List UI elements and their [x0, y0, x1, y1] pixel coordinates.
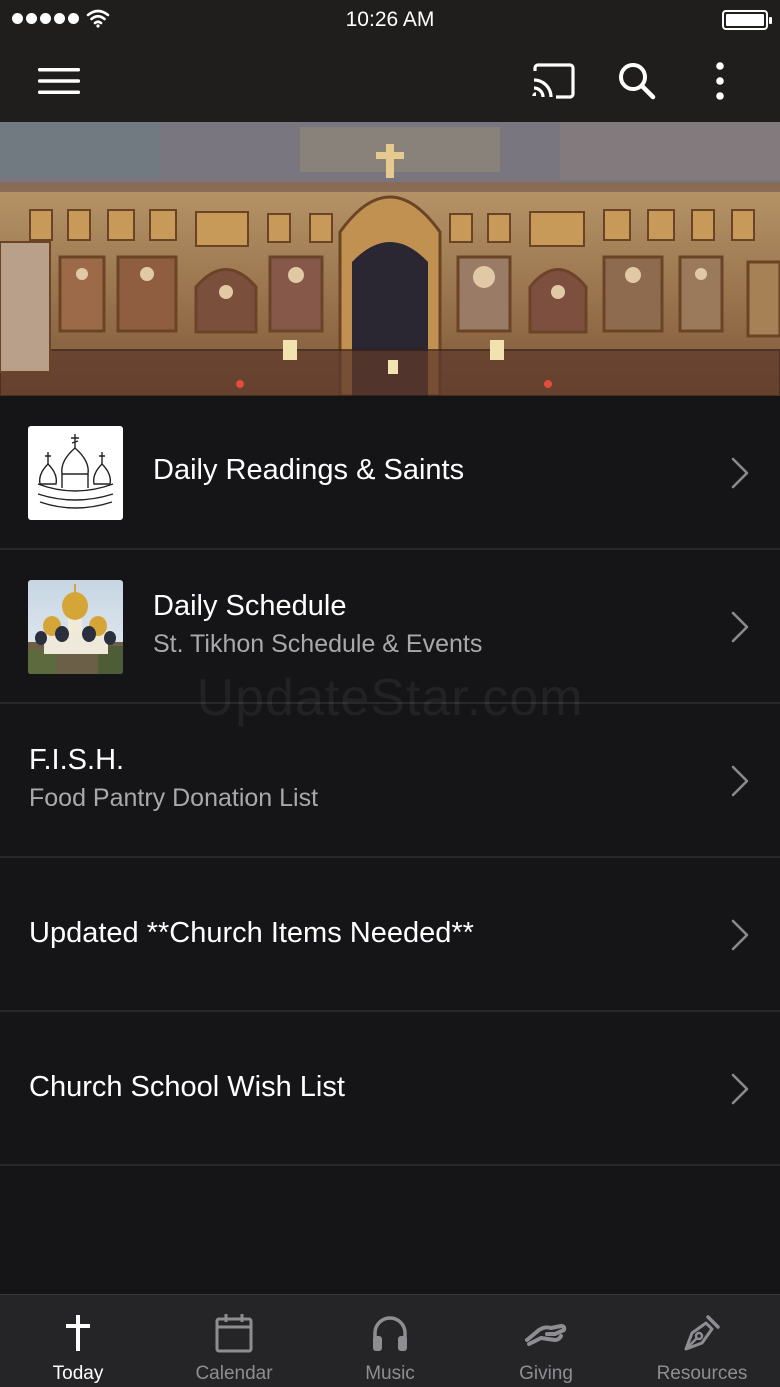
- more-vertical-icon[interactable]: [697, 58, 743, 104]
- cast-icon[interactable]: [530, 58, 576, 104]
- list-item-subtitle: St. Tikhon Schedule & Events: [153, 630, 483, 658]
- hamburger-menu-icon[interactable]: [36, 58, 82, 104]
- giving-hand-icon: [525, 1309, 567, 1357]
- tab-giving[interactable]: Giving: [468, 1295, 624, 1387]
- list-item-church-items-needed[interactable]: Updated **Church Items Needed**: [0, 858, 780, 1012]
- chevron-right-icon: [731, 765, 749, 797]
- headphones-icon: [370, 1309, 410, 1357]
- tab-calendar[interactable]: Calendar: [156, 1295, 312, 1387]
- cathedral-golden-domes-thumbnail: [28, 580, 123, 674]
- list-item-title: Church School Wish List: [29, 1071, 345, 1103]
- hero-banner-image: [0, 122, 780, 396]
- tab-label: Giving: [519, 1363, 573, 1384]
- tab-music[interactable]: Music: [312, 1295, 468, 1387]
- tab-today[interactable]: Today: [0, 1295, 156, 1387]
- chevron-right-icon: [731, 457, 749, 489]
- list-item-church-school-wish-list[interactable]: Church School Wish List: [0, 1012, 780, 1166]
- battery-icon: [722, 10, 772, 30]
- app-bar: [0, 40, 780, 122]
- tab-label: Today: [52, 1363, 104, 1384]
- bottom-tab-bar: Today Calendar Music Giving Resources: [0, 1294, 780, 1387]
- calendar-icon: [215, 1309, 253, 1357]
- watermark-text: UpdateStar.com: [196, 669, 584, 727]
- church-domes-drawing-thumbnail: [28, 426, 123, 520]
- list-item-title: Daily Readings & Saints: [153, 454, 465, 486]
- tab-label: Music: [365, 1363, 415, 1384]
- list-item-daily-readings[interactable]: Daily Readings & Saints: [0, 396, 780, 550]
- cross-icon: [63, 1309, 93, 1357]
- list-item-subtitle: Food Pantry Donation List: [29, 784, 319, 812]
- chevron-right-icon: [731, 1073, 749, 1105]
- chevron-right-icon: [731, 611, 749, 643]
- status-bar: 10:26 AM: [0, 0, 780, 40]
- search-icon[interactable]: [614, 58, 660, 104]
- list-item-title: Updated **Church Items Needed**: [29, 917, 474, 949]
- chevron-right-icon: [731, 919, 749, 951]
- status-time: 10:26 AM: [345, 8, 435, 31]
- tab-resources[interactable]: Resources: [624, 1295, 780, 1387]
- list-item-title: Daily Schedule: [153, 590, 347, 622]
- content-list: Daily Readings & Saints Daily Schedule S…: [0, 396, 780, 1166]
- tab-label: Resources: [656, 1363, 748, 1384]
- list-item-title: F.I.S.H.: [29, 744, 125, 776]
- tab-label: Calendar: [195, 1363, 273, 1384]
- pen-nib-icon: [682, 1309, 722, 1357]
